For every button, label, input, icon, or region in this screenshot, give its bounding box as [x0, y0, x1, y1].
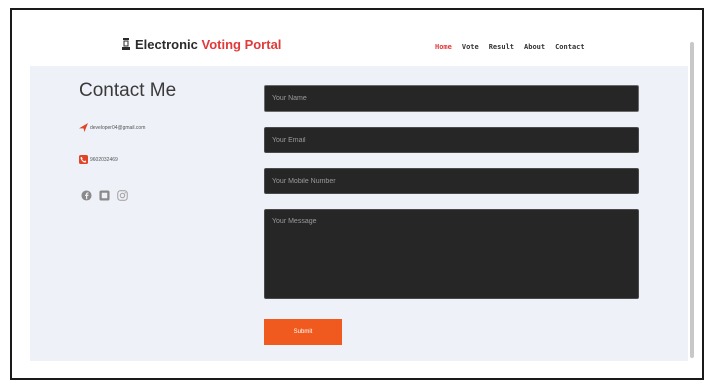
instagram-icon[interactable] [117, 190, 128, 201]
contact-email-text: developer04@gmail.com [90, 124, 146, 131]
contact-section: Contact Me developer04@gmail.com 9602032… [30, 66, 688, 361]
contact-title: Contact Me [79, 80, 177, 101]
mobile-input[interactable] [264, 168, 639, 194]
nav-menu: Home Vote Result About Contact [435, 43, 585, 51]
contact-email[interactable]: developer04@gmail.com [79, 123, 145, 132]
brand-prefix: Electronic [135, 37, 198, 52]
phone-icon [79, 155, 88, 164]
contact-phone[interactable]: 9602032469 [79, 155, 118, 164]
nav-item-vote[interactable]: Vote [462, 43, 479, 51]
message-textarea[interactable] [264, 209, 639, 299]
name-input[interactable] [264, 85, 639, 112]
twitter-icon[interactable] [99, 190, 110, 201]
nav-item-about[interactable]: About [524, 43, 545, 51]
voting-booth-icon [122, 38, 130, 50]
nav-item-home[interactable]: Home [435, 43, 452, 51]
social-links [81, 190, 128, 201]
facebook-icon[interactable] [81, 190, 92, 201]
contact-phone-text: 9602032469 [90, 156, 118, 163]
navbar: Electronic Voting Portal Home Vote Resul… [30, 10, 696, 66]
brand-logo[interactable]: Electronic Voting Portal [122, 37, 281, 52]
nav-item-result[interactable]: Result [489, 43, 514, 51]
brand-accent: Voting Portal [201, 37, 282, 52]
nav-item-contact[interactable]: Contact [555, 43, 585, 51]
email-input[interactable] [264, 127, 639, 153]
submit-button[interactable]: Submit [264, 319, 342, 345]
page-scrollbar[interactable] [690, 42, 694, 358]
browser-viewport: Electronic Voting Portal Home Vote Resul… [10, 8, 704, 380]
paper-plane-icon [79, 123, 88, 132]
